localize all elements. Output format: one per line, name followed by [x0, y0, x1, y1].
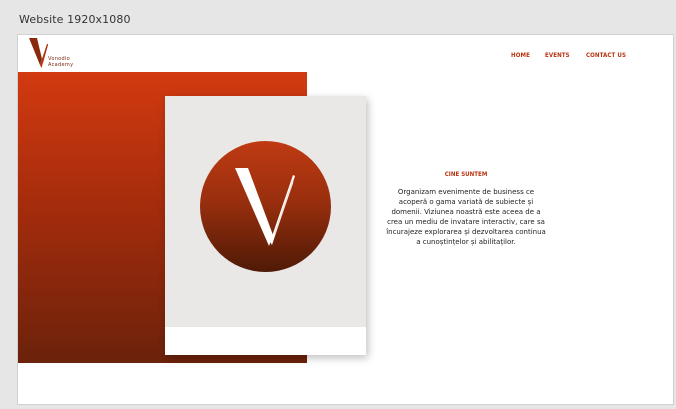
artboard-label: Website 1920x1080: [19, 13, 131, 26]
logo-wordmark: Vonodio Academy: [48, 56, 74, 68]
about-text: Organizam evenimente de business ce acop…: [386, 188, 546, 246]
about-section: CINE SUNTEM Organizam evenimente de busi…: [381, 161, 551, 247]
about-title: CINE SUNTEM: [444, 170, 488, 178]
logo-line-2: Academy: [48, 61, 74, 68]
nav-home[interactable]: HOME: [511, 51, 530, 59]
hero-card-panel: [165, 96, 366, 327]
main-nav: HOME EVENTS CONTACT US: [511, 51, 633, 59]
nav-events[interactable]: EVENTS: [545, 51, 570, 59]
logo-circle: [200, 141, 331, 272]
academy-logo[interactable]: Vonodio Academy: [28, 37, 90, 71]
nav-contact-us[interactable]: CONTACT US: [586, 51, 626, 59]
hero-card: [165, 96, 366, 355]
website-artboard: Vonodio Academy HOME EVENTS CONTACT US C…: [17, 34, 674, 405]
large-v-icon: [235, 168, 295, 246]
